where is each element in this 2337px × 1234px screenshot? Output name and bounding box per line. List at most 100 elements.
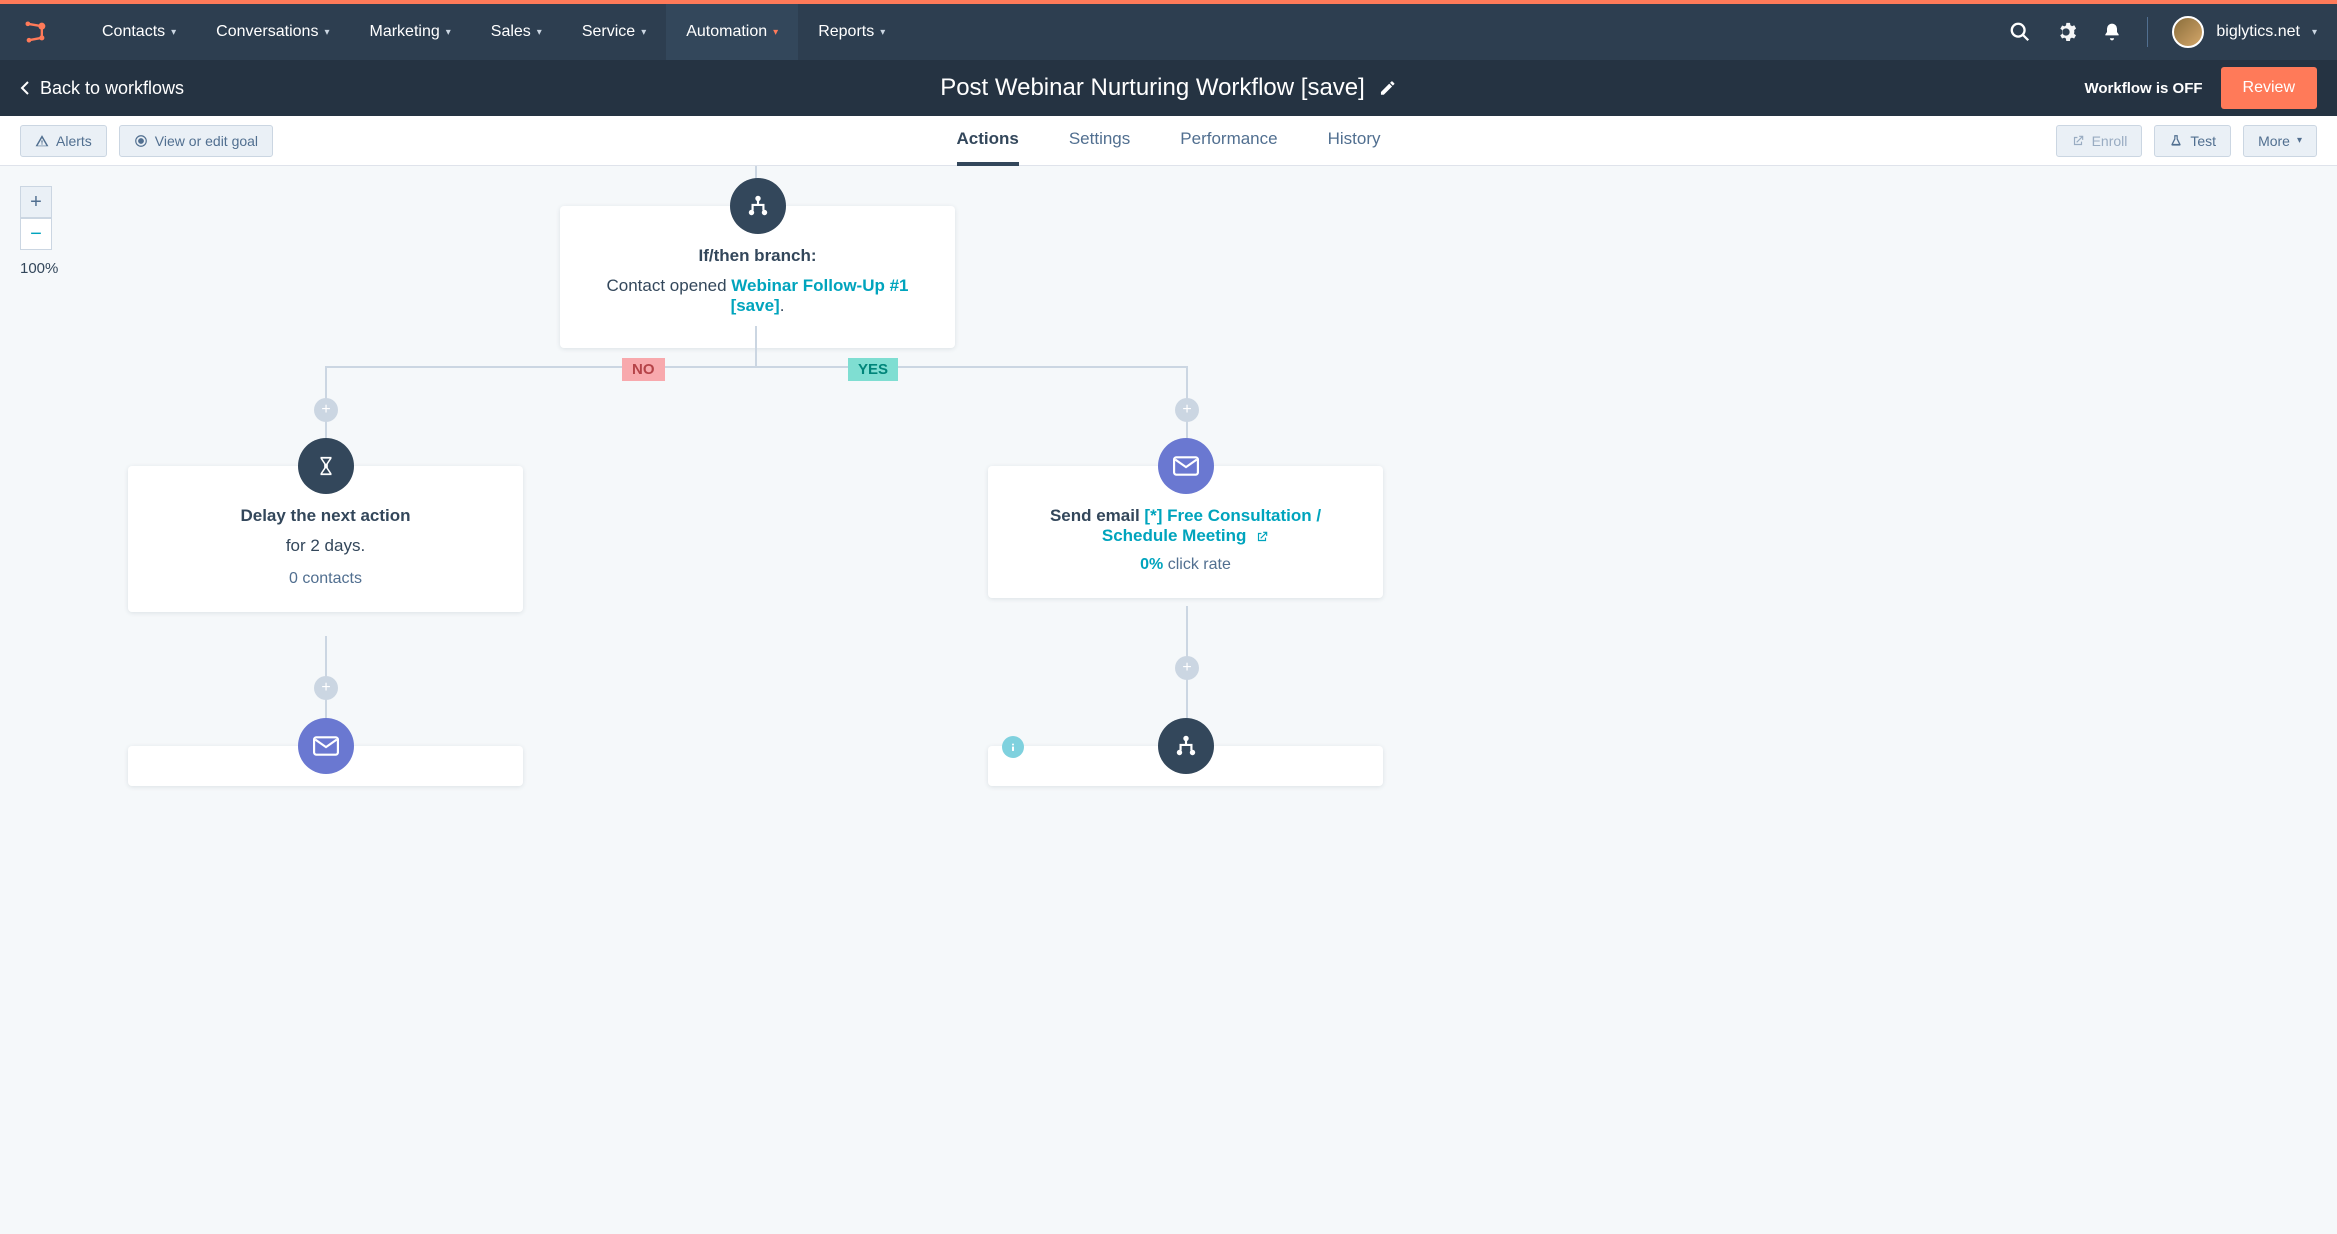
- external-link-icon[interactable]: [1255, 530, 1269, 544]
- sub-right: Workflow is OFF Review: [2084, 67, 2317, 109]
- flow-container: If/then branch: Contact opened Webinar F…: [0, 166, 2337, 1234]
- zoom-percentage: 100%: [20, 260, 58, 277]
- hubspot-logo[interactable]: [20, 16, 52, 48]
- tab-performance[interactable]: Performance: [1180, 116, 1277, 166]
- delay-sub: for 2 days.: [152, 536, 499, 556]
- account-menu[interactable]: biglytics.net ▾: [2172, 16, 2317, 48]
- email-node-partial[interactable]: [128, 746, 523, 786]
- nav-sales[interactable]: Sales ▾: [471, 4, 562, 60]
- nav-marketing[interactable]: Marketing ▾: [349, 4, 470, 60]
- add-action-button[interactable]: +: [314, 676, 338, 700]
- branch-label-yes: YES: [848, 358, 898, 381]
- nav-label: Marketing: [369, 23, 439, 41]
- enroll-label: Enroll: [2092, 133, 2128, 149]
- tab-actions[interactable]: Actions: [956, 116, 1018, 166]
- bell-icon[interactable]: [2101, 21, 2123, 43]
- chevron-down-icon: ▾: [880, 27, 885, 38]
- branch-link[interactable]: Webinar Follow-Up #1 [save]: [731, 276, 909, 315]
- email-stat-pct: 0%: [1140, 556, 1163, 573]
- branch-label-no: NO: [622, 358, 665, 381]
- tabs: Actions Settings Performance History: [956, 116, 1380, 166]
- sub-header: Back to workflows Post Webinar Nurturing…: [0, 60, 2337, 116]
- delay-stat: 0 contacts: [152, 570, 499, 588]
- pencil-icon[interactable]: [1379, 79, 1397, 97]
- tab-settings[interactable]: Settings: [1069, 116, 1130, 166]
- info-icon[interactable]: [1002, 736, 1024, 758]
- email-prefix: Send email: [1050, 506, 1144, 525]
- branch-icon: [730, 178, 786, 234]
- branch-node-partial[interactable]: [988, 746, 1383, 786]
- avatar: [2172, 16, 2204, 48]
- nav-label: Conversations: [216, 23, 318, 41]
- flask-icon: [2169, 134, 2183, 148]
- branch-title: If/then branch:: [584, 246, 931, 266]
- branch-icon: [1158, 718, 1214, 774]
- test-button[interactable]: Test: [2154, 125, 2231, 157]
- nav-automation[interactable]: Automation▾: [666, 4, 798, 60]
- nav-label: Sales: [491, 23, 531, 41]
- nav-right: biglytics.net ▾: [2009, 16, 2317, 48]
- workflow-canvas[interactable]: + − 100% If/then branch: Contact opened …: [0, 166, 2337, 1234]
- add-action-button[interactable]: +: [314, 398, 338, 422]
- chevron-down-icon: ▾: [171, 27, 176, 38]
- more-label: More: [2258, 133, 2290, 149]
- nav-conversations[interactable]: Conversations ▾: [196, 4, 349, 60]
- warning-icon: [35, 134, 49, 148]
- enroll-icon: [2071, 134, 2085, 148]
- more-button[interactable]: More ▾: [2243, 125, 2317, 157]
- hourglass-icon: [298, 438, 354, 494]
- account-name: biglytics.net: [2216, 23, 2300, 41]
- branch-suffix: .: [780, 296, 785, 315]
- delay-title: Delay the next action: [152, 506, 499, 526]
- connector: [325, 366, 1187, 368]
- alerts-button[interactable]: Alerts: [20, 125, 107, 157]
- nav-label: Automation: [686, 23, 767, 41]
- chevron-down-icon: ▾: [2312, 27, 2317, 38]
- alerts-label: Alerts: [56, 133, 92, 149]
- delay-node[interactable]: Delay the next action for 2 days. 0 cont…: [128, 466, 523, 612]
- workflow-title: Post Webinar Nurturing Workflow [save]: [940, 74, 1397, 102]
- workflow-status: Workflow is OFF: [2084, 80, 2202, 97]
- nav-items: Contacts ▾ Conversations ▾ Marketing ▾ Sale…: [82, 4, 905, 60]
- add-action-button[interactable]: +: [1175, 398, 1199, 422]
- branch-description: Contact opened Webinar Follow-Up #1 [sav…: [584, 276, 931, 316]
- top-nav: Contacts ▾ Conversations ▾ Marketing ▾ Sale…: [0, 4, 2337, 60]
- email-icon: [1158, 438, 1214, 494]
- email-title: Send email [*] Free Consultation / Sched…: [1012, 506, 1359, 546]
- nav-contacts[interactable]: Contacts ▾: [82, 4, 196, 60]
- branch-prefix: Contact opened: [606, 276, 731, 295]
- nav-label: Contacts: [102, 23, 165, 41]
- email-icon: [298, 718, 354, 774]
- zoom-controls: + − 100%: [20, 186, 58, 277]
- nav-reports[interactable]: Reports ▾: [798, 4, 905, 60]
- add-action-button[interactable]: +: [1175, 656, 1199, 680]
- goal-button[interactable]: View or edit goal: [119, 125, 273, 157]
- chevron-down-icon: ▾: [2297, 135, 2302, 146]
- chevron-down-icon: ▾: [324, 27, 329, 38]
- zoom-in-button[interactable]: +: [20, 186, 52, 218]
- email-stat-label: click rate: [1163, 556, 1231, 573]
- chevron-left-icon: [20, 80, 30, 96]
- nav-label: Reports: [818, 23, 874, 41]
- tab-history[interactable]: History: [1328, 116, 1381, 166]
- back-label: Back to workflows: [40, 78, 184, 99]
- toolbar: Alerts View or edit goal Actions Setting…: [0, 116, 2337, 166]
- toolbar-right: Enroll Test More ▾: [2056, 125, 2317, 157]
- nav-service[interactable]: Service▾: [562, 4, 666, 60]
- title-text: Post Webinar Nurturing Workflow [save]: [940, 74, 1365, 102]
- chevron-down-icon: ▾: [537, 27, 542, 38]
- gear-icon[interactable]: [2055, 21, 2077, 43]
- search-icon[interactable]: [2009, 21, 2031, 43]
- back-to-workflows-link[interactable]: Back to workflows: [20, 78, 184, 99]
- zoom-out-button[interactable]: −: [20, 218, 52, 250]
- enroll-button: Enroll: [2056, 125, 2143, 157]
- chevron-down-icon: ▾: [446, 27, 451, 38]
- review-button[interactable]: Review: [2221, 67, 2317, 109]
- email-stat: 0% click rate: [1012, 556, 1359, 574]
- email-node[interactable]: Send email [*] Free Consultation / Sched…: [988, 466, 1383, 598]
- branch-node[interactable]: If/then branch: Contact opened Webinar F…: [560, 206, 955, 348]
- nav-label: Service: [582, 23, 635, 41]
- connector: [755, 326, 757, 366]
- target-icon: [134, 134, 148, 148]
- toolbar-left: Alerts View or edit goal: [20, 125, 273, 157]
